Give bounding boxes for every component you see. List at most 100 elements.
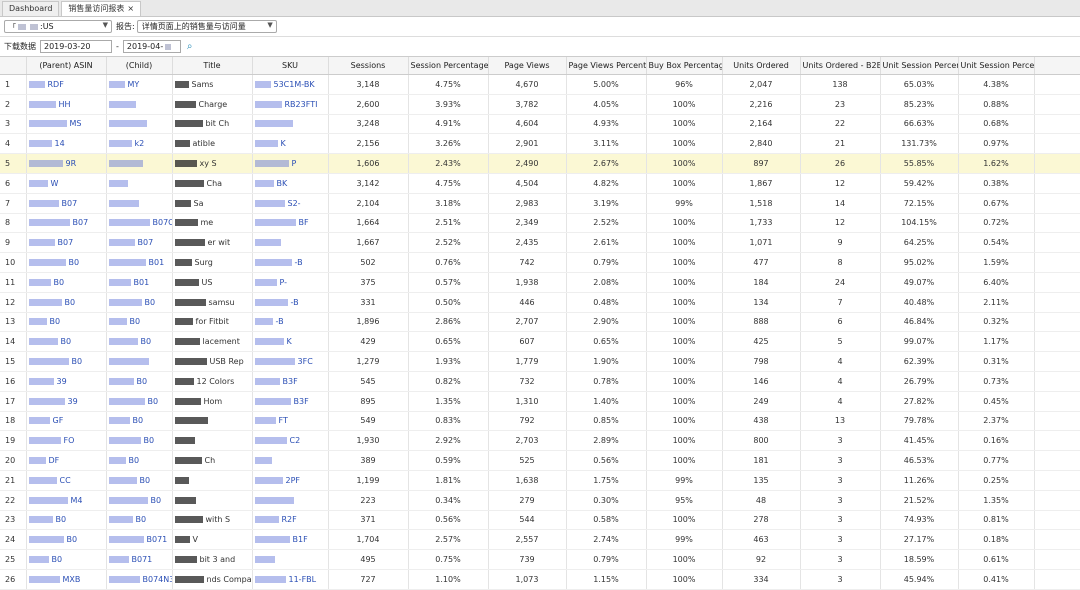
column-header[interactable]: Page Views — [488, 57, 567, 75]
child-asin-cell[interactable]: B0 — [106, 470, 173, 491]
table-row[interactable]: 20 DF B0 Ch 389 0.59% 525 0.56% 100% 181 3 46.53% 0.… — [0, 450, 1080, 471]
parent-asin-cell[interactable]: B0 — [26, 331, 107, 353]
child-asin-cell[interactable]: B0 — [106, 450, 173, 471]
parent-asin-cell[interactable]: B0 — [26, 312, 107, 333]
parent-asin-cell[interactable]: B0 — [26, 510, 107, 531]
parent-asin-cell[interactable]: MXB — [26, 569, 107, 590]
parent-asin-cell[interactable]: 39 — [26, 371, 107, 392]
column-header[interactable]: Buy Box Percentage — [646, 57, 723, 75]
parent-asin-cell[interactable]: 9R — [26, 153, 107, 174]
child-asin-cell[interactable] — [106, 153, 173, 174]
child-asin-cell[interactable]: B07C — [106, 213, 173, 234]
child-asin-cell[interactable]: B0 — [106, 371, 173, 392]
table-row[interactable]: 17 39 B0 Hom B3F 895 1.35% 1,310 1.40% 100% 249 4 27… — [0, 391, 1080, 412]
parent-asin-cell[interactable]: W — [26, 173, 107, 194]
tab-sales-traffic-report[interactable]: 销售量访问报表 × — [61, 1, 142, 16]
table-row[interactable]: 7 B07 Sa S2- 2,104 3.18% 2,983 3.19% 99% 1,518 14 7… — [0, 193, 1080, 214]
table-row[interactable]: 10 B0 B01 Surg -B 502 0.76% 742 0.79% 100% 477 8 95.… — [0, 252, 1080, 273]
child-asin-cell[interactable]: B0 — [106, 510, 173, 531]
child-asin-cell[interactable]: k2 — [106, 133, 173, 155]
child-asin-cell[interactable]: B071 — [106, 529, 173, 551]
tab-dashboard[interactable]: Dashboard — [2, 1, 60, 16]
child-asin-cell[interactable]: B071 — [106, 549, 173, 570]
child-asin-cell[interactable]: B01 — [106, 272, 173, 293]
table-row[interactable]: 26 MXB B074N39GNX nds Compa 11-FBL 727 1.10% 1,… — [0, 569, 1080, 590]
parent-asin-cell[interactable]: B07 — [26, 193, 107, 214]
table-row[interactable]: 9 B07 B07 er wit 1,667 2.52% 2,435 2.61% 100% 1,0… — [0, 232, 1080, 254]
parent-asin-cell[interactable]: 14 — [26, 133, 107, 155]
report-select[interactable]: 详情页面上的销售量与访问量 ▼ — [136, 20, 277, 33]
table-row[interactable]: 16 39 B0 12 Colors B3F 545 0.82% 732 0.78% 100% 14… — [0, 371, 1080, 392]
parent-asin-cell[interactable]: GF — [26, 411, 107, 432]
store-select[interactable]: 「 :US ▼ — [4, 20, 112, 33]
parent-asin-cell[interactable]: RDF — [26, 74, 107, 95]
child-asin-cell[interactable] — [106, 193, 173, 214]
end-date-input[interactable]: 2019-04- — [122, 40, 181, 53]
parent-asin-cell[interactable]: HH — [26, 94, 107, 115]
column-header[interactable]: Units Ordered — [722, 57, 801, 75]
child-asin-cell[interactable] — [106, 173, 173, 194]
column-header[interactable]: Unit Session Percentage - B2B — [958, 57, 1035, 75]
child-asin-cell[interactable] — [106, 94, 173, 115]
parent-asin-cell[interactable]: MS — [26, 114, 107, 135]
start-date-input[interactable]: 2019-03-20 — [40, 40, 112, 53]
table-row[interactable]: 14 B0 B0 lacement K 429 0.65% 607 0.65% 100% 425 5 9… — [0, 331, 1080, 353]
parent-asin-cell[interactable]: B07 — [26, 213, 107, 234]
table-row[interactable]: 22 M4 B0 223 0.34% 279 0.30% 95% 48 3 21.52% 1.35% — [0, 490, 1080, 511]
column-header[interactable]: Sessions — [328, 57, 409, 75]
table-row[interactable]: 6 W Cha BK 3,142 4.75% 4,504 4.82% 100% 1,867 12 59… — [0, 173, 1080, 194]
column-header[interactable]: Session Percentage — [408, 57, 489, 75]
parent-asin-cell[interactable]: B0 — [26, 292, 107, 313]
child-asin-cell[interactable]: B0 — [106, 411, 173, 432]
parent-asin-cell[interactable]: B0 — [26, 252, 107, 273]
child-asin-cell[interactable]: B0 — [106, 292, 173, 313]
table-row[interactable]: 2 HH Charge RB23FTI 2,600 3.93% 3,782 4.05% 100%… — [0, 94, 1080, 115]
child-asin-cell[interactable]: B0 — [106, 331, 173, 353]
parent-asin-cell[interactable]: CC — [26, 470, 107, 491]
column-header[interactable] — [0, 57, 27, 75]
child-asin-cell[interactable]: B01 — [106, 252, 173, 273]
parent-asin-cell[interactable]: FO — [26, 430, 107, 452]
parent-asin-cell[interactable]: B0 — [26, 351, 107, 372]
table-row[interactable]: 12 B0 B0 samsu -B 331 0.50% 446 0.48% 100% 134 7 40.… — [0, 292, 1080, 313]
table-row[interactable]: 11 B0 B01 US P- 375 0.57% 1,938 2.08% 100% 184 24 49… — [0, 272, 1080, 293]
parent-asin-cell[interactable]: B0 — [26, 529, 107, 551]
child-asin-cell[interactable] — [106, 351, 173, 372]
table-row[interactable]: 21 CC B0 2PF 1,199 1.81% 1,638 1.75% 99% 135 3 11.2… — [0, 470, 1080, 491]
column-header[interactable]: Units Ordered - B2B — [800, 57, 881, 75]
column-header[interactable]: Title — [172, 57, 253, 75]
child-asin-cell[interactable]: B074N39GNX — [106, 569, 173, 590]
table-row[interactable]: 24 B0 B071 V B1F 1,704 2.57% 2,557 2.74% 99% 463 3 2… — [0, 529, 1080, 551]
parent-asin-cell[interactable]: B0 — [26, 549, 107, 570]
table-row[interactable]: 25 B0 B071 bit 3 and 495 0.75% 739 0.79% 100% 92 3… — [0, 549, 1080, 570]
child-asin-cell[interactable]: B0 — [106, 391, 173, 412]
parent-asin-cell[interactable]: B0 — [26, 272, 107, 293]
search-icon[interactable]: ⌕ — [187, 41, 193, 52]
table-row[interactable]: 13 B0 B0 for Fitbit -B 1,896 2.86% 2,707 2.90% 10… — [0, 312, 1080, 333]
child-asin-cell[interactable]: B07 — [106, 232, 173, 254]
column-header[interactable]: (Parent) ASIN — [26, 57, 107, 75]
column-header[interactable]: Unit Session Percentage — [880, 57, 959, 75]
child-asin-cell[interactable] — [106, 114, 173, 135]
column-header[interactable]: Page Views Percentage — [566, 57, 647, 75]
column-header[interactable]: SKU — [252, 57, 329, 75]
parent-asin-cell[interactable]: M4 — [26, 490, 107, 511]
child-asin-cell[interactable]: B0 — [106, 430, 173, 452]
table-row[interactable]: 18 GF B0 FT 549 0.83% 792 0.85% 100% 438 13 79.78% 2… — [0, 411, 1080, 432]
table-row[interactable]: 8 B07 B07C me BF 1,664 2.51% 2,349 2.52% 100% 1,73… — [0, 213, 1080, 234]
table-row[interactable]: 1 RDF MY Sams 53C1M-BK 3,148 4.75% 4,670 5.00% 96… — [0, 74, 1080, 95]
column-header[interactable]: (Child) — [106, 57, 173, 75]
child-asin-cell[interactable]: MY — [106, 74, 173, 95]
table-row[interactable]: 5 9R xy S P 1,606 2.43% 2,490 2.67% 100% 897 26 55.… — [0, 153, 1080, 174]
child-asin-cell[interactable]: B0 — [106, 312, 173, 333]
table-row[interactable]: 3 MS bit Ch 3,248 4.91% 4,604 4.93% 100% 2,164 22… — [0, 114, 1080, 135]
parent-asin-cell[interactable]: B07 — [26, 232, 107, 254]
table-row[interactable]: 19 FO B0 C2 1,930 2.92% 2,703 2.89% 100% 800 3 41.4… — [0, 430, 1080, 452]
table-row[interactable]: 15 B0 USB Rep 3FC 1,279 1.93% 1,779 1.90% 100% 79… — [0, 351, 1080, 372]
table-row[interactable]: 23 B0 B0 with S R2F 371 0.56% 544 0.58% 100% 278 3 7… — [0, 510, 1080, 531]
child-asin-cell[interactable]: B0 — [106, 490, 173, 511]
close-icon[interactable]: × — [127, 4, 134, 13]
table-row[interactable]: 4 14 k2 atible K 2,156 3.26% 2,901 3.11% 100% 2,84… — [0, 133, 1080, 155]
parent-asin-cell[interactable]: DF — [26, 450, 107, 471]
parent-asin-cell[interactable]: 39 — [26, 391, 107, 412]
